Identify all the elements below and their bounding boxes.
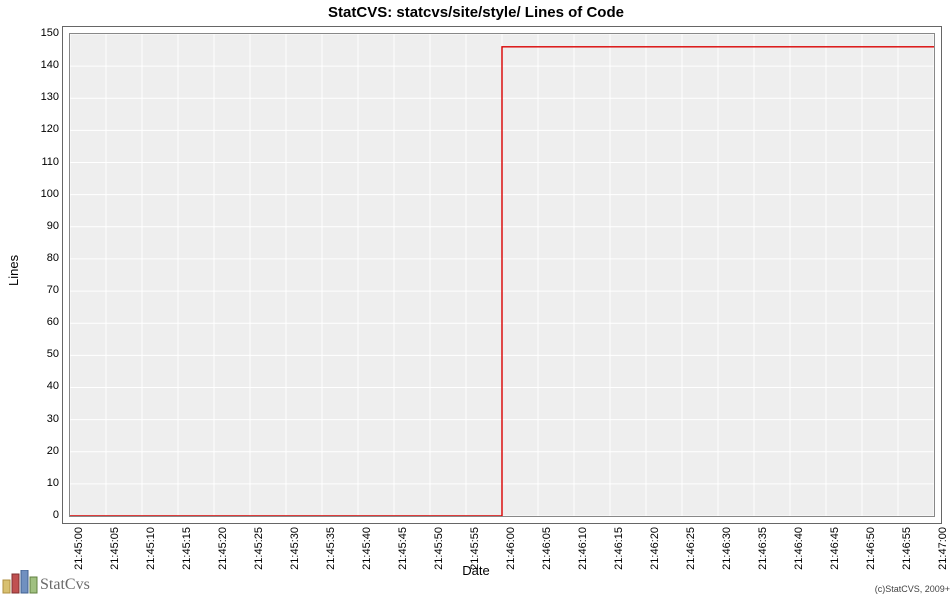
x-tick-label: 21:45:00 — [73, 527, 85, 570]
x-tick-label: 21:45:10 — [145, 527, 157, 570]
x-tick-label: 21:46:40 — [793, 527, 805, 570]
brand-text: StatCvs — [40, 576, 90, 594]
y-tick-label: 10 — [47, 477, 59, 489]
y-tick-label: 70 — [47, 284, 59, 296]
copyright-text: (c)StatCVS, 2009+ — [875, 584, 950, 594]
bar-chart-icon — [2, 570, 38, 594]
x-tick-label: 21:46:25 — [685, 527, 697, 570]
page-title: StatCVS: statcvs/site/style/ Lines of Co… — [0, 4, 952, 21]
x-tick-label: 21:46:45 — [829, 527, 841, 570]
x-tick-label: 21:45:55 — [469, 527, 481, 570]
brand-logo: StatCvs — [2, 570, 90, 594]
x-tick-label: 21:46:15 — [613, 527, 625, 570]
x-tick-label: 21:45:30 — [289, 527, 301, 570]
x-tick-label: 21:47:00 — [937, 527, 949, 570]
line-series — [70, 47, 934, 516]
y-axis-label: Lines — [6, 255, 21, 286]
y-tick-label: 140 — [41, 59, 59, 71]
y-tick-label: 150 — [41, 27, 59, 39]
x-tick-label: 21:45:25 — [253, 527, 265, 570]
y-tick-label: 100 — [41, 188, 59, 200]
x-tick-label: 21:46:55 — [901, 527, 913, 570]
x-tick-label: 21:45:40 — [361, 527, 373, 570]
y-tick-label: 60 — [47, 316, 59, 328]
x-tick-label: 21:46:30 — [721, 527, 733, 570]
y-tick-label: 50 — [47, 348, 59, 360]
y-tick-label: 120 — [41, 123, 59, 135]
x-tick-label: 21:45:20 — [217, 527, 229, 570]
y-tick-label: 20 — [47, 445, 59, 457]
x-tick-label: 21:46:10 — [577, 527, 589, 570]
x-tick-label: 21:46:35 — [757, 527, 769, 570]
x-tick-label: 21:45:50 — [433, 527, 445, 570]
y-tick-label: 90 — [47, 220, 59, 232]
x-tick-label: 21:46:00 — [505, 527, 517, 570]
x-tick-label: 21:45:45 — [397, 527, 409, 570]
x-tick-label: 21:46:05 — [541, 527, 553, 570]
x-tick-label: 21:46:20 — [649, 527, 661, 570]
x-tick-label: 21:46:50 — [865, 527, 877, 570]
y-tick-label: 30 — [47, 413, 59, 425]
y-tick-label: 80 — [47, 252, 59, 264]
x-tick-label: 21:45:35 — [325, 527, 337, 570]
y-tick-label: 40 — [47, 380, 59, 392]
y-tick-label: 0 — [53, 509, 59, 521]
x-tick-label: 21:45:05 — [109, 527, 121, 570]
x-tick-label: 21:45:15 — [181, 527, 193, 570]
y-tick-label: 110 — [41, 156, 59, 168]
y-tick-label: 130 — [41, 91, 59, 103]
chart-plot-area: 010203040506070809010011012013014015021:… — [62, 26, 942, 524]
